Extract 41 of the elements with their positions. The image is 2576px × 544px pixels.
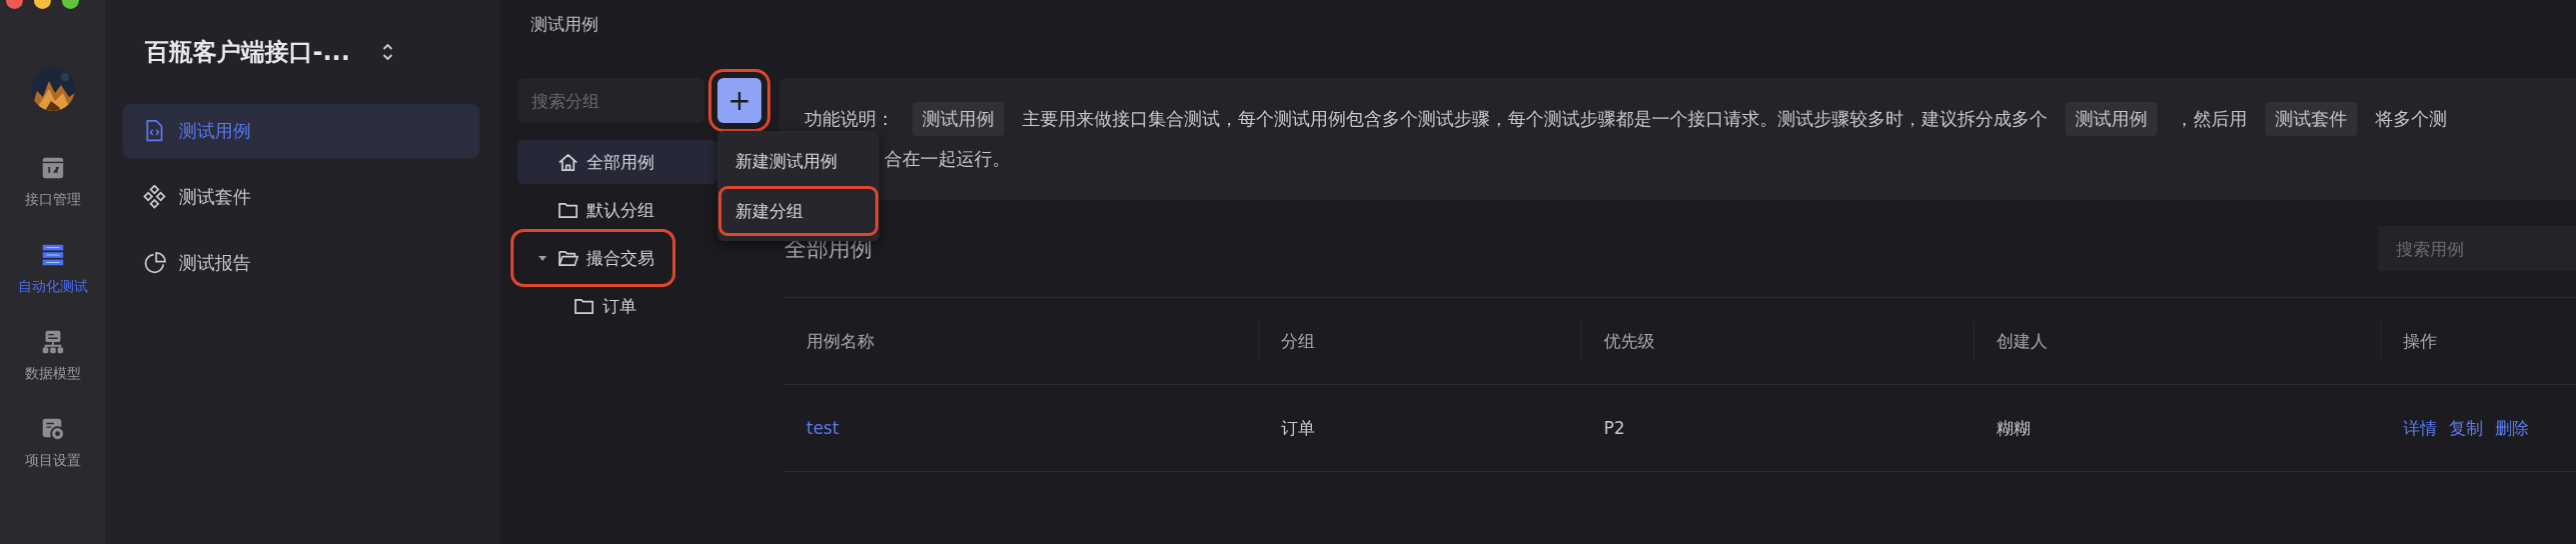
column-header: 分组: [1281, 329, 1315, 353]
column-header: 用例名称: [806, 329, 874, 353]
tag: 测试用例: [912, 102, 1004, 136]
diamonds-icon: [143, 185, 167, 209]
tree-item[interactable]: 全部用例: [518, 140, 717, 184]
tree-item[interactable]: 订单: [534, 284, 650, 328]
rail-item[interactable]: 接口管理: [24, 155, 81, 209]
nav-item[interactable]: 测试套件: [123, 170, 480, 224]
case-link[interactable]: test: [806, 418, 839, 438]
search-field[interactable]: 搜索分组: [518, 78, 704, 123]
menu-item[interactable]: 新建测试用例: [721, 139, 875, 183]
chevron-updown-icon[interactable]: [382, 42, 395, 62]
action-link[interactable]: 复制: [2449, 416, 2483, 440]
description-text: 将多个测: [2375, 107, 2447, 131]
home-icon: [558, 151, 579, 173]
description-text: ，然后用: [2175, 107, 2247, 131]
tree-item[interactable]: 撮合交易: [518, 236, 668, 280]
table-cell: 订单: [1281, 416, 1315, 440]
project-title[interactable]: 百瓶客户端接口-...: [145, 36, 351, 68]
tag: 测试用例: [2065, 102, 2157, 136]
menu-item[interactable]: 新建分组: [721, 189, 875, 233]
search-field[interactable]: 搜索用例: [2378, 226, 2576, 271]
column-header: 操作: [2403, 329, 2437, 353]
description-text: 功能说明：: [804, 107, 894, 131]
tag: 测试套件: [2265, 102, 2357, 136]
breadcrumb: 测试用例: [531, 14, 599, 34]
nav-item[interactable]: 测试报告: [123, 236, 480, 290]
nav-item[interactable]: 测试用例: [123, 104, 480, 158]
rail-item[interactable]: 数据模型: [24, 329, 81, 383]
action-link[interactable]: 删除: [2495, 416, 2529, 440]
column-header: 创建人: [1996, 329, 2047, 353]
pie-chart-icon: [143, 251, 167, 275]
description-text: 主要用来做接口集合测试，每个测试用例包含多个测试步骤，每个测试步骤都是一个接口请求。测试步骤较多时，建议拆分成多个: [1022, 107, 2047, 131]
table-cell: 糊糊: [1996, 416, 2030, 440]
description-text: 合在一起运行。: [884, 147, 1010, 171]
column-header: 优先级: [1604, 329, 1655, 353]
action-link[interactable]: 详情: [2403, 416, 2437, 440]
caret-icon[interactable]: [538, 253, 548, 263]
tree-item[interactable]: 默认分组: [518, 188, 668, 232]
table-cell: P2: [1604, 418, 1626, 438]
rail-item[interactable]: 项目设置: [24, 416, 81, 470]
